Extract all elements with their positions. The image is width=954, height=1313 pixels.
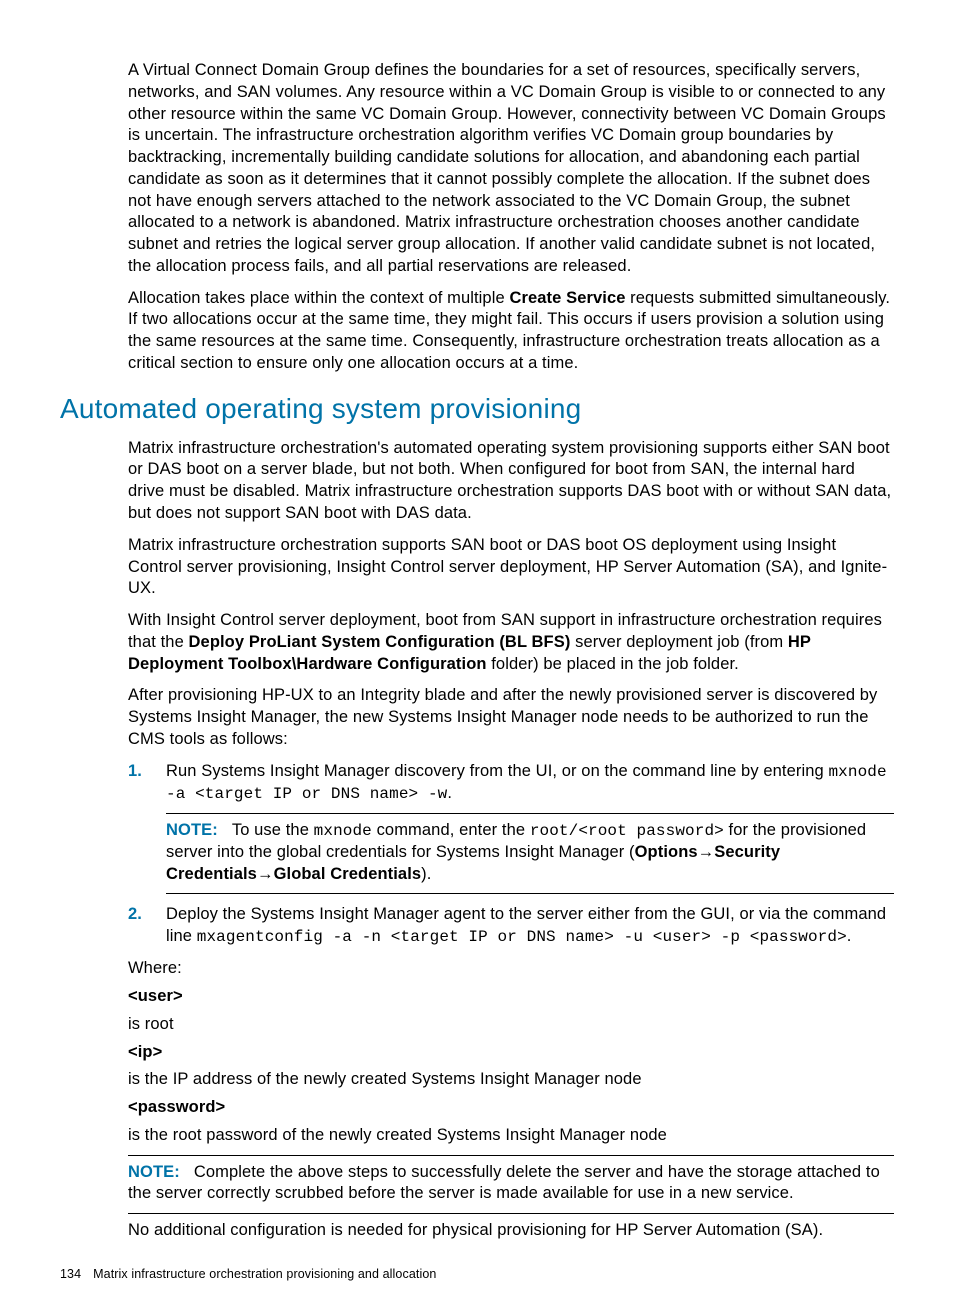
term: <ip> — [128, 1042, 894, 1064]
page-footer: 134 Matrix infrastructure orchestration p… — [60, 1266, 894, 1283]
section-heading: Automated operating system provisioning — [60, 391, 894, 428]
paragraph: Matrix infrastructure orchestration supp… — [128, 535, 894, 600]
step-item: 2. Deploy the Systems Insight Manager ag… — [128, 904, 894, 948]
definition: is root — [128, 1014, 894, 1036]
code-run: mxnode — [314, 822, 372, 840]
term: <password> — [128, 1097, 894, 1119]
text-run: command, enter the — [372, 821, 530, 839]
text-run: ). — [421, 865, 431, 883]
code-run: root/<root password> — [530, 822, 724, 840]
definition: is the IP address of the newly created S… — [128, 1069, 894, 1091]
note-label: NOTE: — [128, 1163, 194, 1181]
where-list: Where: <user> is root <ip> is the IP add… — [128, 958, 894, 1146]
paragraph: With Insight Control server deployment, … — [128, 610, 894, 675]
page-number: 134 — [60, 1266, 81, 1283]
text-run: . — [847, 927, 852, 945]
text-run: . — [447, 784, 452, 802]
rule — [166, 893, 894, 894]
step-number: 1. — [128, 761, 142, 783]
paragraph: Matrix infrastructure orchestration's au… — [128, 438, 894, 525]
paragraph: Allocation takes place within the contex… — [128, 288, 894, 375]
note: NOTE:To use the mxnode command, enter th… — [166, 820, 894, 886]
bold-run: Options — [635, 843, 698, 861]
paragraph: No additional configuration is needed fo… — [128, 1220, 894, 1242]
paragraph: After provisioning HP-UX to an Integrity… — [128, 685, 894, 750]
footer-title: Matrix infrastructure orchestration prov… — [93, 1267, 436, 1281]
body-column: Matrix infrastructure orchestration's au… — [128, 438, 894, 1242]
text-run: server deployment job (from — [570, 633, 787, 651]
text-run: Complete the above steps to successfully… — [128, 1163, 880, 1203]
rule — [128, 1155, 894, 1156]
note: NOTE:Complete the above steps to success… — [128, 1162, 894, 1206]
where-label: Where: — [128, 958, 894, 980]
bold-run: Deploy ProLiant System Configuration (BL… — [189, 633, 571, 651]
text-run: Allocation takes place within the contex… — [128, 289, 509, 307]
text-run: folder) be placed in the job folder. — [487, 655, 739, 673]
arrow-icon: → — [698, 843, 715, 861]
paragraph: A Virtual Connect Domain Group defines t… — [128, 60, 894, 278]
text-run: Run Systems Insight Manager discovery fr… — [166, 762, 828, 780]
bold-run: Global Credentials — [274, 865, 422, 883]
rule — [128, 1213, 894, 1214]
definition: is the root password of the newly create… — [128, 1125, 894, 1147]
text-run: To use the — [232, 821, 314, 839]
rule — [166, 813, 894, 814]
body-column: A Virtual Connect Domain Group defines t… — [128, 60, 894, 375]
note-label: NOTE: — [166, 821, 232, 839]
step-number: 2. — [128, 904, 142, 926]
arrow-icon: → — [257, 865, 274, 883]
step-item: 1. Run Systems Insight Manager discovery… — [128, 761, 894, 895]
document-page: A Virtual Connect Domain Group defines t… — [0, 0, 954, 1313]
bold-run: Create Service — [509, 289, 625, 307]
steps-list: 1. Run Systems Insight Manager discovery… — [128, 761, 894, 949]
code-run: mxagentconfig -a -n <target IP or DNS na… — [197, 928, 847, 946]
term: <user> — [128, 986, 894, 1008]
